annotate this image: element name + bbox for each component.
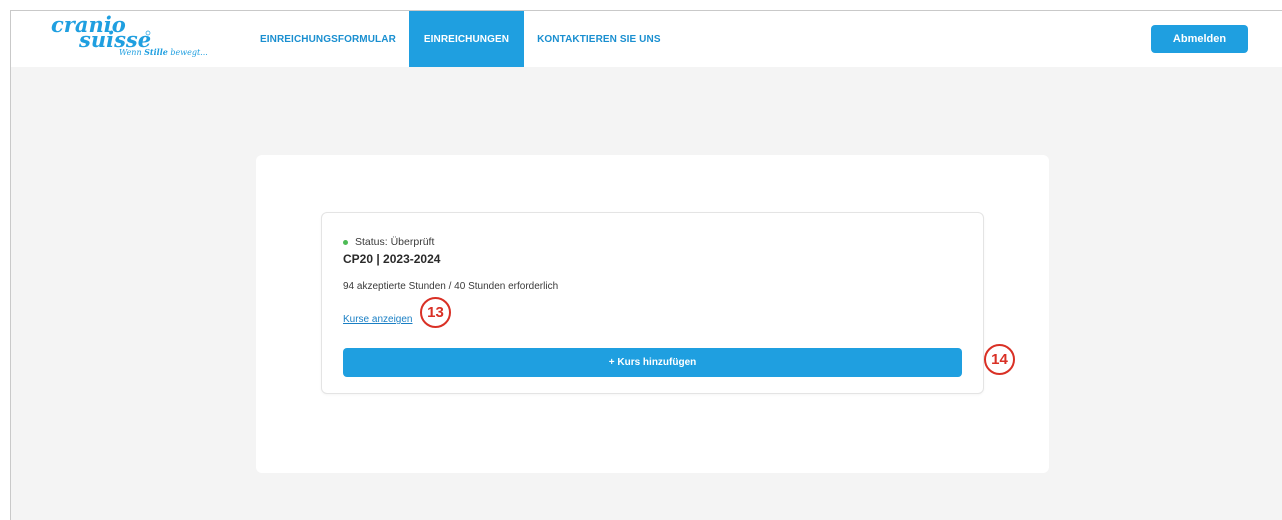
hours-summary: 94 akzeptierte Stunden / 40 Stunden erfo… [343,281,559,292]
nav-item-einreichungen[interactable]: EINREICHUNGEN [408,11,525,67]
main-navigation: EINREICHUNGSFORMULAR EINREICHUNGEN KONTA… [249,11,672,67]
logout-button[interactable]: Abmelden [1151,25,1248,53]
show-courses-link[interactable]: Kurse anzeigen [343,314,413,325]
submission-title: CP20 | 2023-2024 [343,252,441,266]
status-row: Status: Überprüft [343,236,434,248]
submission-card: Status: Überprüft CP20 | 2023-2024 94 ak… [321,212,984,394]
callout-badge-14: 14 [984,344,1015,375]
nav-item-kontakt[interactable]: KONTAKTIEREN SIE UNS [526,11,672,67]
browser-frame: cranio suisse Wenn Stille bewegt... EINR… [10,10,1282,520]
submissions-panel: Status: Überprüft CP20 | 2023-2024 94 ak… [256,155,1049,473]
cranio-suisse-logo[interactable]: cranio suisse Wenn Stille bewegt... [49,13,209,63]
add-course-button[interactable]: + Kurs hinzufügen [343,348,962,377]
callout-badge-13: 13 [420,297,451,328]
logo-tagline: Wenn Stille bewegt... [119,47,208,57]
status-dot-icon [343,239,348,245]
status-text: Status: Überprüft [355,236,435,248]
nav-item-einreichungsformular[interactable]: EINREICHUNGSFORMULAR [249,11,407,67]
top-header: cranio suisse Wenn Stille bewegt... EINR… [11,11,1282,67]
